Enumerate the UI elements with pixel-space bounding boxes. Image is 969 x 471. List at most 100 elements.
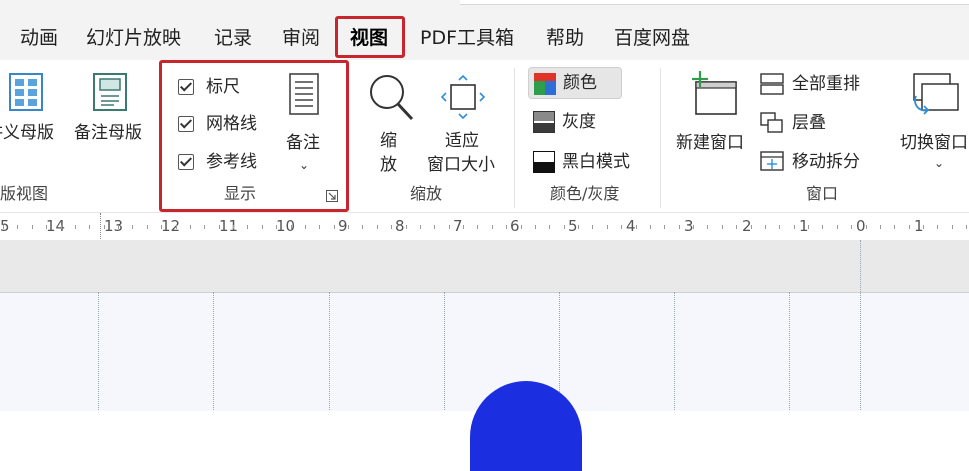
ruler-tick [693, 225, 694, 229]
search-box-edge[interactable] [460, 0, 969, 5]
gridline [213, 292, 214, 410]
ruler-tick [736, 225, 737, 229]
ruler-tick [104, 225, 105, 229]
ruler-tick [722, 225, 723, 229]
arrange-all-icon [760, 73, 784, 95]
new-window-button[interactable]: 新建窗口 [674, 70, 754, 174]
grayscale-icon [533, 111, 555, 133]
ruler-tick [822, 225, 823, 229]
ruler-tick [190, 225, 191, 229]
ruler-tick [707, 225, 708, 229]
dialog-launcher-icon[interactable] [326, 190, 338, 202]
window-group-label: 窗口 [806, 184, 839, 203]
zoom-button[interactable]: 缩 放 [362, 68, 418, 176]
ruler-tick [578, 225, 579, 229]
ruler-number: 8 [395, 217, 405, 235]
ruler-tick [506, 225, 507, 229]
tab-baidu-netdisk[interactable]: 百度网盘 [614, 26, 690, 50]
group-separator [514, 68, 515, 208]
ruler-tick [592, 225, 593, 229]
arrange-all-label: 全部重排 [792, 74, 860, 94]
gridlines-checkbox[interactable]: 网格线 [178, 113, 278, 135]
color-swatch-icon [534, 73, 556, 95]
ruler-tick [3, 225, 4, 229]
black-white-button[interactable]: 黑白模式 [528, 148, 652, 176]
zoom-label-line1: 缩 [380, 131, 397, 151]
handout-master-icon [9, 73, 43, 111]
ruler-tick [952, 225, 953, 229]
ruler-tick [549, 225, 550, 229]
ruler-tick [679, 225, 680, 229]
cascade-button[interactable]: 层叠 [760, 110, 880, 136]
ruler-tick [521, 225, 522, 229]
ruler-tick [61, 225, 62, 229]
ruler-tick [377, 225, 378, 229]
cascade-label: 层叠 [792, 113, 826, 133]
zoom-label-line2: 放 [380, 155, 397, 175]
ruler-check-icon [178, 79, 194, 95]
ruler-indent-marker[interactable] [100, 213, 102, 241]
ruler-tick [779, 225, 780, 229]
guides-label: 参考线 [206, 152, 257, 172]
master-views-group: 讲义母版 备注母版 版视图 [0, 60, 155, 210]
ruler-tick [751, 225, 752, 229]
ruler-tick [851, 225, 852, 229]
black-white-icon [533, 151, 555, 173]
new-window-icon [692, 71, 737, 115]
gridline [789, 292, 790, 410]
switch-window-icon [913, 73, 959, 115]
tab-view[interactable]: 视图 [350, 26, 388, 50]
ruler-tick [176, 225, 177, 229]
ruler-number: 5 [568, 217, 578, 235]
master-views-group-label: 版视图 [0, 184, 49, 203]
ruler-number: 14 [46, 217, 66, 235]
ruler-number: 11 [219, 217, 239, 235]
slide-canvas[interactable] [0, 292, 969, 411]
handout-master-label: 讲义母版 [0, 123, 54, 143]
group-separator [660, 68, 661, 208]
ruler-tick [276, 225, 277, 229]
tab-animations[interactable]: 动画 [20, 26, 58, 50]
ruler-tick [32, 225, 33, 229]
horizontal-ruler[interactable]: 5 14 13 12 11 10 9 8 7 6 5 4 3 2 1 0 1 [0, 212, 969, 241]
fit-label-line2: 窗口大小 [427, 155, 495, 175]
ruler-tick [492, 225, 493, 229]
chevron-down-icon: ⌄ [299, 158, 310, 172]
canvas-gray-area [0, 240, 969, 292]
color-label: 颜色 [563, 73, 597, 93]
fit-label-line1: 适应 [445, 131, 479, 151]
ruler-checkbox[interactable]: 标尺 [178, 76, 268, 98]
ribbon-panel: 讲义母版 备注母版 版视图 标尺 网格线 参考线 [0, 60, 969, 212]
grayscale-button[interactable]: 灰度 [528, 108, 622, 136]
tab-record[interactable]: 记录 [214, 26, 252, 50]
ruler-tick [894, 225, 895, 229]
notes-page-icon [289, 73, 319, 115]
color-button[interactable]: 颜色 [528, 67, 622, 99]
notes-master-label: 备注母版 [74, 123, 142, 143]
arrange-all-button[interactable]: 全部重排 [760, 71, 880, 97]
gridline [444, 292, 445, 410]
tab-review[interactable]: 审阅 [282, 26, 320, 50]
ruler-number: 6 [510, 217, 520, 235]
window-group: 新建窗口 全部重排 层叠 移动拆分 窗口 切换窗口 ⌄ [664, 60, 969, 210]
tab-help[interactable]: 帮助 [546, 26, 584, 50]
ruler-tick [650, 225, 651, 229]
show-group: 标尺 网格线 参考线 备注 ⌄ 显示 [162, 60, 346, 210]
ruler-tick [966, 225, 967, 229]
move-split-button[interactable]: 移动拆分 [760, 149, 880, 175]
notes-button[interactable]: 备注 ⌄ [280, 70, 330, 180]
switch-window-button[interactable]: 切换窗口 ⌄ [896, 70, 969, 180]
tab-pdf-toolbox[interactable]: PDF工具箱 [420, 26, 514, 50]
ruler-tick [348, 225, 349, 229]
ruler-tick [17, 225, 18, 229]
ruler-tick [794, 225, 795, 229]
notes-master-icon [93, 73, 127, 111]
fit-to-window-button[interactable]: 适应 窗口大小 [424, 68, 504, 176]
tab-slideshow[interactable]: 幻灯片放映 [86, 26, 181, 50]
black-white-label: 黑白模式 [562, 152, 630, 172]
guides-checkbox[interactable]: 参考线 [178, 151, 278, 173]
zoom-group: 缩 放 适应 窗口大小 缩放 [352, 60, 512, 210]
ruler-tick [247, 225, 248, 229]
ruler-tick [923, 225, 924, 229]
ruler-tick [636, 225, 637, 229]
